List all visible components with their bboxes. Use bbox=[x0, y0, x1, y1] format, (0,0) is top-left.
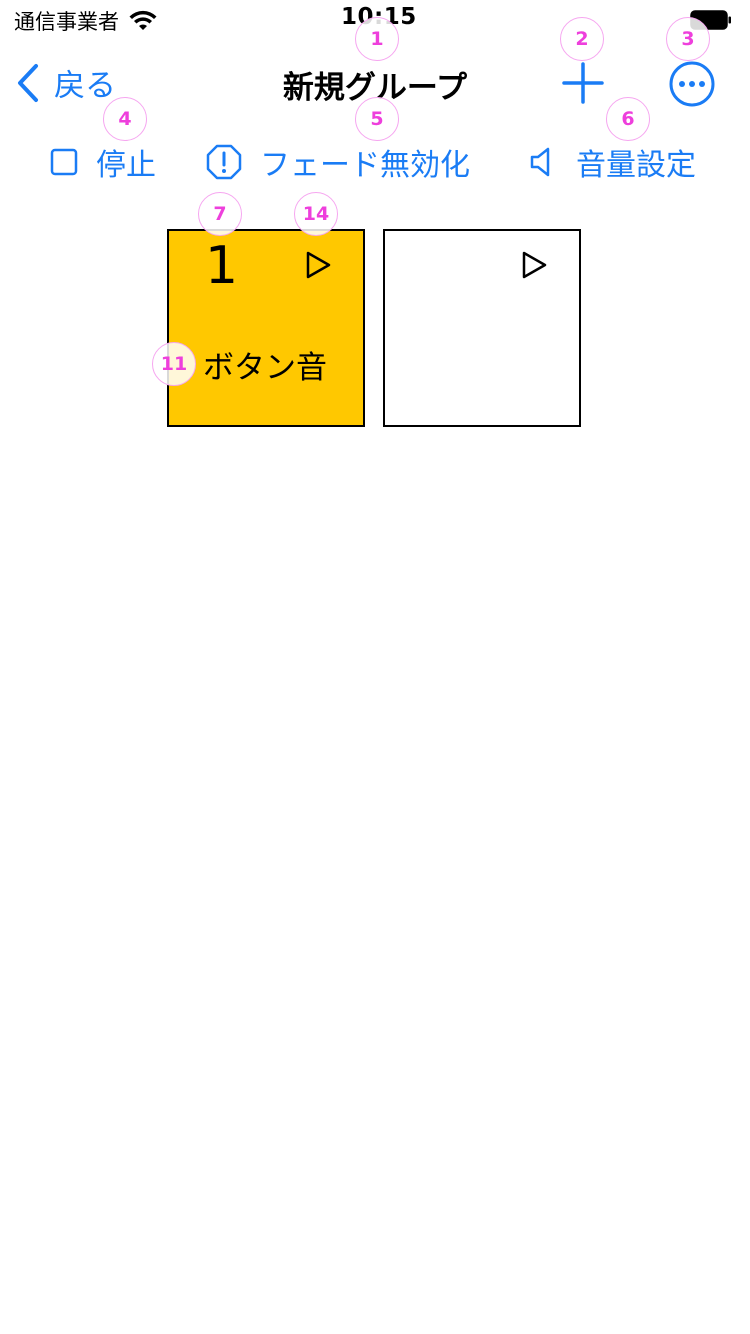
annotation-marker: 2 bbox=[560, 17, 604, 61]
status-carrier: 通信事業者 bbox=[14, 6, 157, 36]
sound-tile[interactable] bbox=[167, 229, 365, 427]
annotation-marker: 7 bbox=[198, 192, 242, 236]
stop-square-icon bbox=[50, 148, 78, 176]
stop-button[interactable]: 停止 bbox=[50, 140, 156, 184]
play-icon[interactable] bbox=[303, 250, 333, 280]
sound-tile-empty[interactable] bbox=[383, 229, 581, 427]
annotation-marker: 5 bbox=[355, 97, 399, 141]
speaker-icon bbox=[530, 147, 550, 177]
play-icon[interactable] bbox=[519, 250, 549, 280]
annotation-marker: 4 bbox=[103, 97, 147, 141]
exclamation-octagon-icon bbox=[206, 144, 242, 180]
annotation-marker: 11 bbox=[152, 342, 196, 386]
volume-settings-button[interactable]: 音量設定 bbox=[528, 140, 696, 184]
carrier-label: 通信事業者 bbox=[14, 10, 119, 34]
annotation-marker: 3 bbox=[666, 17, 710, 61]
annotation-marker: 1 bbox=[355, 17, 399, 61]
volume-label: 音量設定 bbox=[576, 148, 696, 183]
wifi-icon bbox=[129, 10, 157, 30]
annotation-marker: 14 bbox=[294, 192, 338, 236]
fade-disable-button[interactable]: フェード無効化 bbox=[206, 140, 470, 184]
tile-number: 1 bbox=[205, 236, 239, 296]
tile-label: ボタン音 bbox=[203, 350, 327, 386]
stop-label: 停止 bbox=[96, 148, 156, 183]
fade-label: フェード無効化 bbox=[260, 148, 470, 183]
ellipsis-circle-icon[interactable] bbox=[668, 60, 716, 108]
plus-icon[interactable] bbox=[560, 60, 606, 106]
annotation-marker: 6 bbox=[606, 97, 650, 141]
